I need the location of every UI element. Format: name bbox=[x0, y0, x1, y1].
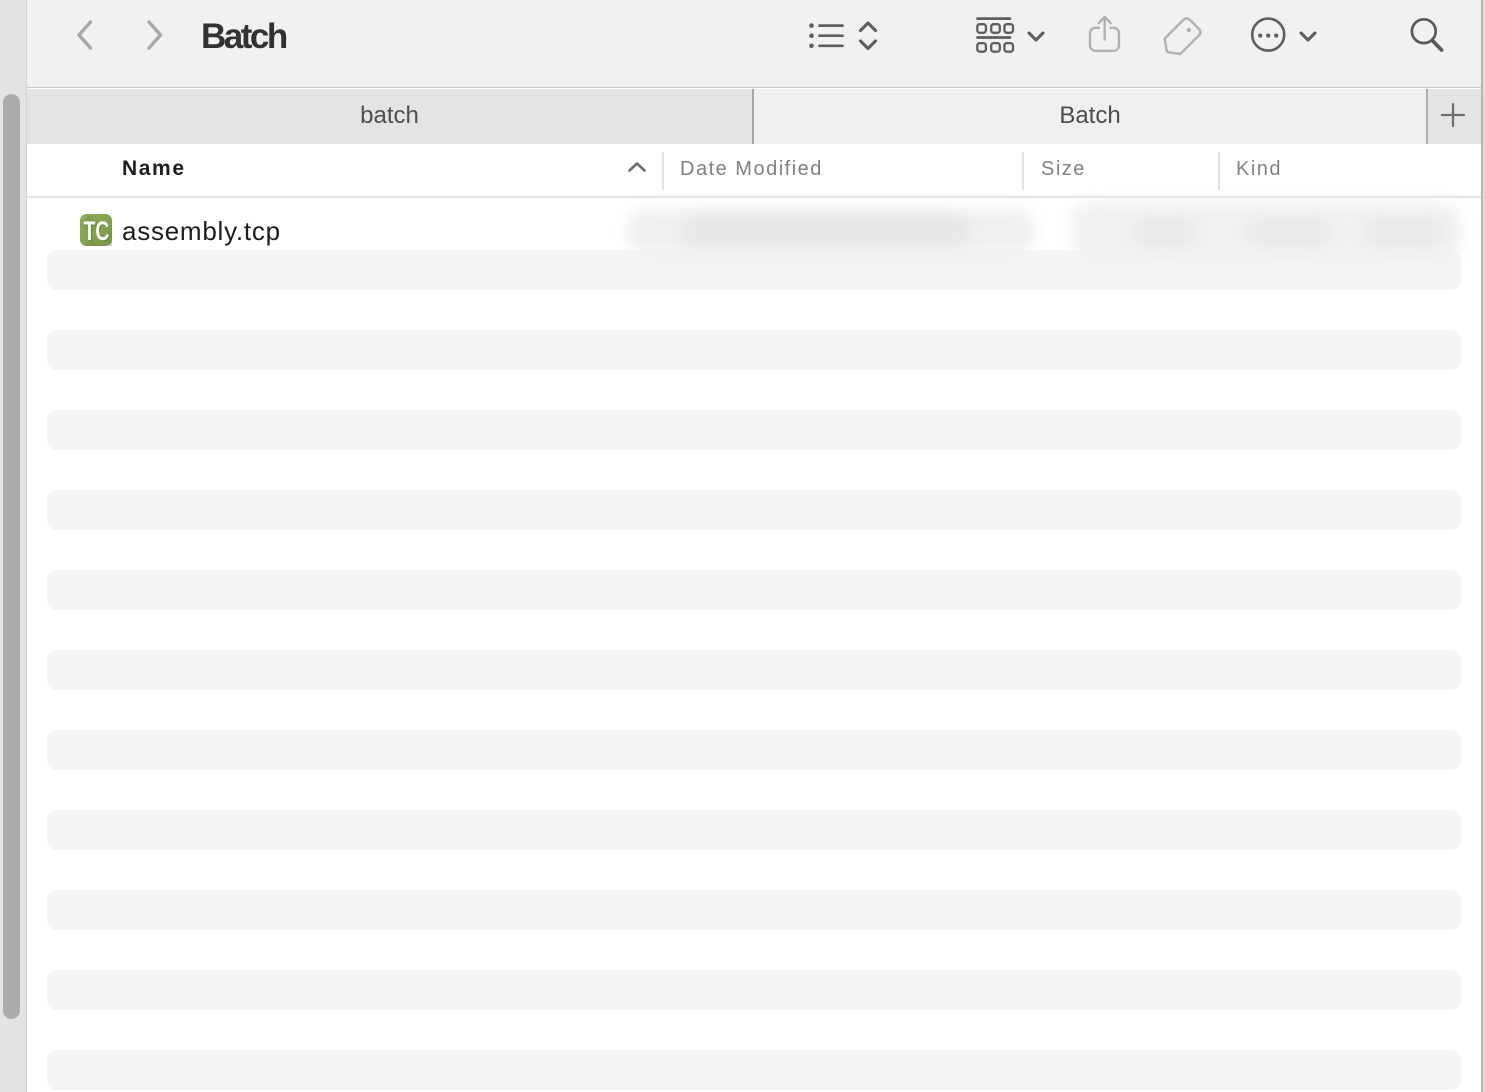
svg-text:TC: TC bbox=[84, 216, 110, 246]
